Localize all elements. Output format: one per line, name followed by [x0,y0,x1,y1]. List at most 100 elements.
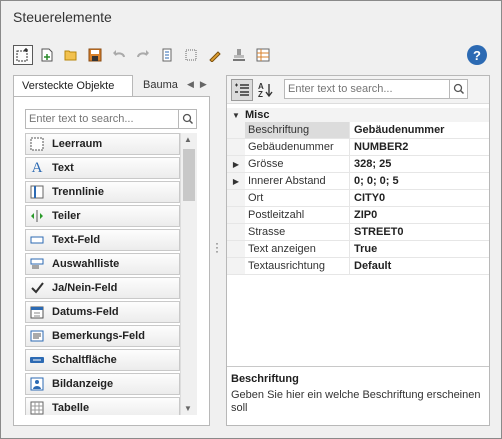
text-icon: A [31,159,43,176]
toolbox-item-teiler[interactable]: Teiler [25,205,180,227]
property-row[interactable]: Postleitzahl ZIP0 [227,207,489,224]
toolbox-item-tabelle[interactable]: Tabelle [25,397,180,415]
checklist-icon [162,48,172,62]
tab-hidden-objects[interactable]: Versteckte Objekte [13,75,133,97]
property-row[interactable]: ▶ Innerer Abstand 0; 0; 0; 5 [227,173,489,190]
help-button[interactable]: ? [467,45,487,65]
toolbox-item-label: Bildanzeige [52,378,114,390]
categorized-icon [235,83,249,96]
row-gutter [227,139,245,155]
rectangle-button[interactable] [181,45,201,65]
save-button[interactable] [85,45,105,65]
toolbox-item-bildanzeige[interactable]: Bildanzeige [25,373,180,395]
toolbox-item-schaltflaeche[interactable]: Schaltfläche [25,349,180,371]
categorized-button[interactable] [231,79,253,101]
toolbox-item-leerraum[interactable]: Leerraum [25,133,180,155]
toolbox-item-datums-feld[interactable]: Datums-Feld [25,301,180,323]
toolbox-search-input[interactable] [26,110,176,128]
property-value[interactable]: STREET0 [350,224,489,240]
toolbox-item-label: Leerraum [52,138,103,150]
separator-icon [30,185,44,199]
property-name[interactable]: Grösse [245,156,350,172]
toolbox-item-ja-nein-feld[interactable]: Ja/Nein-Feld [25,277,180,299]
new-icon [41,48,53,62]
redo-button[interactable] [133,45,153,65]
property-name[interactable]: Textausrichtung [245,258,350,274]
toolbox-panel: Versteckte Objekte Bauma ◀▶ Leerraum A Te… [13,75,210,426]
property-name[interactable]: Gebäudenummer [245,139,350,155]
toolbox-search[interactable] [25,109,197,129]
property-row[interactable]: Ort CITY0 [227,190,489,207]
table-icon [30,401,44,415]
toolbox-item-text[interactable]: A Text [25,157,180,179]
expand-icon[interactable]: ▶ [227,173,245,189]
select-button[interactable] [13,45,33,65]
toolbox-item-label: Auswahlliste [52,258,120,270]
toolbox-item-text-feld[interactable]: Text-Feld [25,229,180,251]
collapse-icon[interactable]: ▼ [227,111,245,120]
row-gutter [227,241,245,257]
property-value[interactable]: Gebäudenummer [350,122,489,138]
property-row[interactable]: Textausrichtung Default [227,258,489,275]
scroll-thumb[interactable] [183,149,195,201]
toolbox-item-auswahlliste[interactable]: Auswahlliste [25,253,180,275]
property-grid: ▼ Misc Beschriftung Gebäudenummer Gebäuden… [227,108,489,275]
scroll-up-icon[interactable]: ▲ [184,135,192,144]
row-gutter [227,207,245,223]
search-icon [453,83,464,95]
undo-button[interactable] [109,45,129,65]
checklist-button[interactable] [157,45,177,65]
property-value[interactable]: 0; 0; 0; 5 [350,173,489,189]
tab-scroll-arrows[interactable]: ◀▶ [187,79,213,90]
sheet-button[interactable] [253,45,273,65]
toolbox-search-button[interactable] [178,110,196,128]
property-name[interactable]: Beschriftung [245,122,350,138]
property-name[interactable]: Postleitzahl [245,207,350,223]
property-value[interactable]: 328; 25 [350,156,489,172]
property-search-button[interactable] [449,80,467,98]
panel-splitter[interactable]: · · · [215,237,219,257]
toolbox-item-label: Ja/Nein-Feld [52,282,118,294]
property-name[interactable]: Text anzeigen [245,241,350,257]
description-text: Geben Sie hier ein welche Beschriftung e… [231,389,481,414]
property-name[interactable]: Strasse [245,224,350,240]
description-title: Beschriftung [231,373,299,385]
category-misc[interactable]: ▼ Misc [227,108,489,122]
property-value[interactable]: CITY0 [350,190,489,206]
toolbox-scrollbar[interactable]: ▲ ▼ [180,133,197,415]
property-row[interactable]: Text anzeigen True [227,241,489,258]
toolbox-item-label: Datums-Feld [52,306,119,318]
stamp-button[interactable] [229,45,249,65]
property-search[interactable] [284,79,468,99]
description-pane: Beschriftung Geben Sie hier ein welche B… [227,366,489,425]
new-button[interactable] [37,45,57,65]
combobox-icon [30,257,44,271]
property-row[interactable]: Beschriftung Gebäudenummer [227,122,489,139]
toolbox-item-label: Tabelle [52,402,90,414]
tab-tree[interactable]: Bauma [135,75,183,97]
property-name[interactable]: Ort [245,190,350,206]
property-row[interactable]: ▶ Grösse 328; 25 [227,156,489,173]
open-icon [64,50,77,61]
property-row[interactable]: Strasse STREET0 [227,224,489,241]
toolbox-item-label: Text [52,162,74,174]
property-value[interactable]: NUMBER2 [350,139,489,155]
property-value[interactable]: ZIP0 [350,207,489,223]
property-search-input[interactable] [285,80,447,98]
save-icon [88,48,102,62]
textbox-icon [30,233,44,247]
scroll-down-icon[interactable]: ▼ [184,404,192,413]
toolbox-item-trennlinie[interactable]: Trennlinie [25,181,180,203]
calendar-icon [30,305,44,319]
controls-window: Steuerelemente ? Versteckte Objekte Baum… [0,0,502,439]
property-value[interactable]: Default [350,258,489,274]
pen-button[interactable] [205,45,225,65]
alphabetical-button[interactable]: AZ [255,79,277,101]
property-row[interactable]: Gebäudenummer NUMBER2 [227,139,489,156]
property-value[interactable]: True [350,241,489,257]
property-name[interactable]: Innerer Abstand [245,173,350,189]
redo-icon [137,50,149,58]
open-button[interactable] [61,45,81,65]
expand-icon[interactable]: ▶ [227,156,245,172]
toolbox-item-bemerkungs-feld[interactable]: Bemerkungs-Feld [25,325,180,347]
